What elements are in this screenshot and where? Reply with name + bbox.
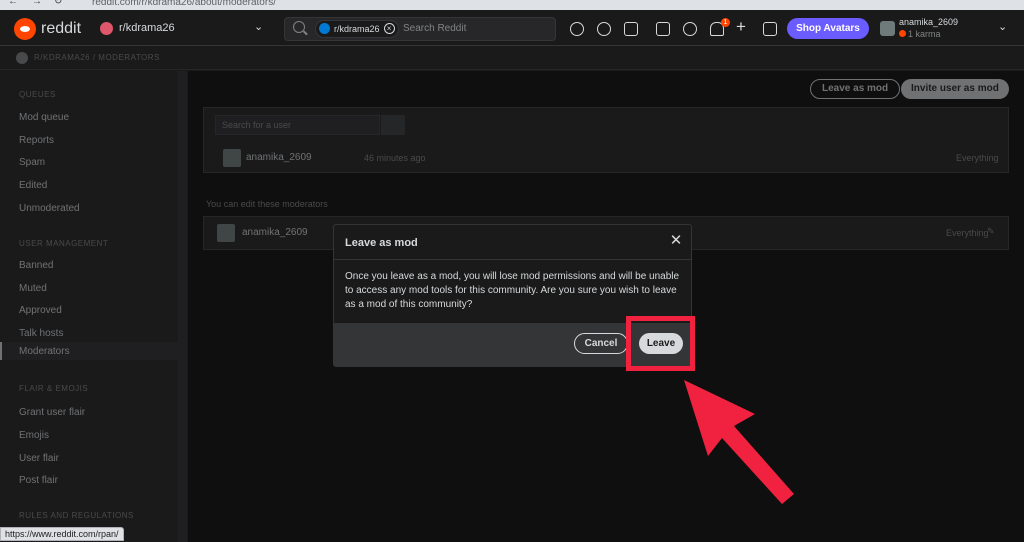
breadcrumb: R/KDRAMA26 / MODERATORS [0,46,1024,70]
annotation-arrow-icon [684,380,794,504]
avatar [223,149,241,167]
karma-label: 1 karma [908,29,941,39]
moderators-list: Search for a user anamika_2609 46 minute… [203,107,1009,173]
sidebar-item-approved[interactable]: Approved [19,305,62,316]
sidebar-item-post-flair[interactable]: Post flair [19,475,58,486]
section-heading: You can edit these moderators [206,199,328,209]
mod-sidebar: QUEUES Mod queue Reports Spam Edited Unm… [0,71,188,542]
avatar[interactable] [880,21,895,36]
pencil-icon[interactable]: ✎ [987,226,995,237]
reddit-wordmark[interactable]: reddit [41,20,81,38]
chevron-down-icon[interactable]: ⌄ [254,20,263,33]
sidebar-item-talk-hosts[interactable]: Talk hosts [19,328,63,339]
explore-icon[interactable] [597,22,611,36]
search-placeholder: Search Reddit [403,23,467,34]
moderator-name[interactable]: anamika_2609 [242,227,308,238]
community-switcher[interactable]: r/kdrama26 [119,22,175,34]
sidebar-item-reports[interactable]: Reports [19,135,54,146]
plus-icon[interactable]: + [736,17,746,37]
moderator-name[interactable]: anamika_2609 [246,152,312,163]
moderator-permissions: Everything [946,228,989,238]
breadcrumb-text: R/KDRAMA26 / MODERATORS [34,53,160,62]
moderator-added-time: 46 minutes ago [364,153,426,163]
invite-user-as-mod-button[interactable]: Invite user as mod [901,79,1009,99]
sidebar-item-spam[interactable]: Spam [19,157,45,168]
notification-badge: 1 [721,18,730,27]
chat-icon[interactable] [683,22,697,36]
clear-scope-icon[interactable]: × [383,23,395,34]
sidebar-scrollbar[interactable] [178,71,187,542]
link-status-bar: https://www.reddit.com/rpan/ [0,527,124,541]
sidebar-item-grant-user-flair[interactable]: Grant user flair [19,407,85,418]
search-icon[interactable] [381,115,405,135]
dialog-message: Once you leave as a mod, you will lose m… [345,271,680,310]
sidebar-item-user-flair[interactable]: User flair [19,453,59,464]
avatar [217,224,235,242]
user-menu-chevron-icon[interactable]: ⌄ [998,20,1007,33]
cancel-button[interactable]: Cancel [574,333,628,354]
subreddit-icon [16,52,28,64]
popular-icon[interactable] [570,22,584,36]
karma-icon [899,30,906,37]
karma-count: 1 karma [899,29,941,39]
reload-icon[interactable]: ↻ [54,0,62,7]
sidebar-item-moderators[interactable]: Moderators [19,346,70,357]
coins-icon[interactable] [624,22,638,36]
search-scope-chip[interactable]: r/kdrama26 × [315,20,399,38]
address-bar[interactable]: reddit.com/r/kdrama26/about/moderators/ [92,0,276,8]
dialog-title: Leave as mod [345,237,418,249]
leave-as-mod-button[interactable]: Leave as mod [810,79,901,99]
moderator-search-input[interactable]: Search for a user [215,115,380,135]
reddit-header: reddit r/kdrama26 ⌄ r/kdrama26 × Search … [0,10,1024,46]
search-input[interactable]: r/kdrama26 × Search Reddit [284,17,556,41]
shop-avatars-button[interactable]: Shop Avatars [787,18,869,39]
sidebar-item-unmoderated[interactable]: Unmoderated [19,203,80,214]
subreddit-chip-icon [319,23,330,34]
forward-icon[interactable]: → [32,0,42,7]
dialog-header: Leave as mod ✕ [334,225,691,260]
username[interactable]: anamika_2609 [899,17,958,27]
sidebar-item-edited[interactable]: Edited [19,180,47,191]
close-icon[interactable]: ✕ [668,233,684,249]
back-icon[interactable]: ← [8,0,18,7]
subreddit-icon [100,22,113,35]
advertise-icon[interactable] [763,22,777,36]
sidebar-heading-user-management: USER MANAGEMENT [19,239,109,248]
shield-icon[interactable] [656,22,670,36]
sidebar-item-muted[interactable]: Muted [19,283,47,294]
reddit-logo-icon[interactable] [14,18,36,40]
sidebar-item-emojis[interactable]: Emojis [19,430,49,441]
search-icon [293,21,305,33]
sidebar-heading-flair: FLAIR & EMOJIS [19,384,89,393]
sidebar-heading-queues: QUEUES [19,90,56,99]
sidebar-item-banned[interactable]: Banned [19,260,53,271]
highlight-box [626,316,695,371]
moderator-permissions: Everything [956,153,999,163]
search-scope-label: r/kdrama26 [334,24,380,34]
browser-toolbar: ← → ↻ reddit.com/r/kdrama26/about/modera… [0,0,1024,10]
sidebar-heading-rules: RULES AND REGULATIONS [19,511,134,520]
sidebar-item-mod-queue[interactable]: Mod queue [19,112,69,123]
